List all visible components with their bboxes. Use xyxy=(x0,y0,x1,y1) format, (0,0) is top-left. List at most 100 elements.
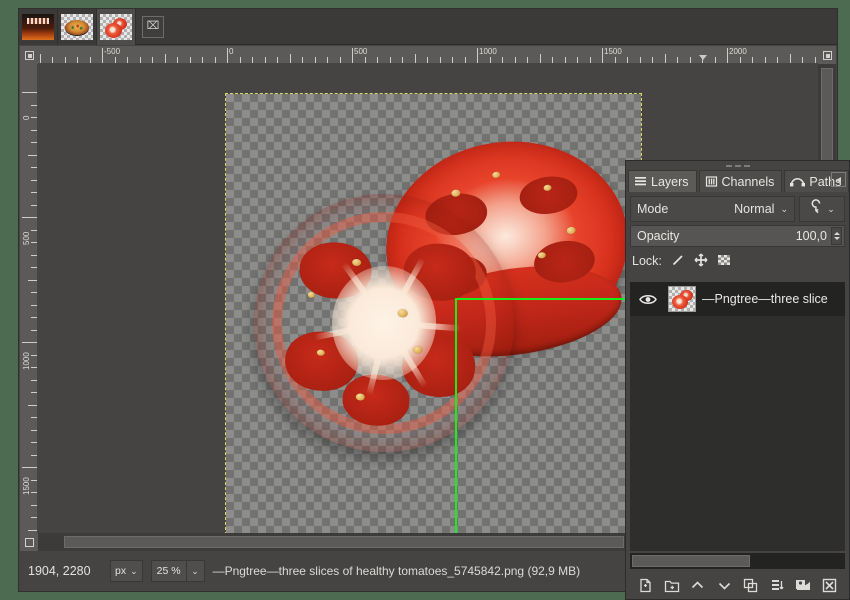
ruler-minor-tick xyxy=(377,57,378,63)
ruler-label: -500 xyxy=(104,47,121,56)
tab-layers[interactable]: Layers xyxy=(628,170,697,192)
unit-selector[interactable]: px ⌄ xyxy=(110,560,143,582)
ruler-minor-tick xyxy=(802,57,803,63)
opacity-slider[interactable]: Opacity 100,0 xyxy=(630,225,845,247)
ruler-minor-tick xyxy=(31,504,37,506)
ruler-minor-tick xyxy=(389,57,391,63)
new-layer-group-button[interactable] xyxy=(662,575,682,595)
layer-list-horizontal-scrollbar[interactable] xyxy=(630,553,845,569)
close-icon[interactable]: ⌧ xyxy=(142,15,164,38)
ruler-label: 500 xyxy=(22,231,31,245)
ruler-minor-tick xyxy=(627,57,628,63)
pointer-position: 1904, 2280 xyxy=(28,564,91,578)
horizontal-position-marker xyxy=(699,55,707,60)
ruler-minor-tick xyxy=(31,292,37,293)
ruler-minor-tick xyxy=(31,479,37,481)
delete-layer-button[interactable] xyxy=(820,575,840,595)
thumbnail-pizza xyxy=(61,14,93,40)
ruler-minor-tick xyxy=(189,57,191,63)
ruler-origin-button[interactable] xyxy=(20,46,38,64)
ruler-minor-tick xyxy=(764,57,766,63)
tab-channels-label: Channels xyxy=(721,174,775,189)
layers-dock: Layers Channels Paths Mode Normal ⌄ ⌄ Op… xyxy=(625,160,850,600)
zoom-image-button[interactable] xyxy=(818,46,836,64)
ruler-minor-tick xyxy=(31,417,37,418)
lower-layer-button[interactable] xyxy=(714,575,734,595)
new-layer-button[interactable] xyxy=(635,575,655,595)
ruler-minor-tick xyxy=(689,57,691,63)
ruler-minor-tick xyxy=(539,54,541,63)
ruler-minor-tick xyxy=(714,57,716,63)
ruler-minor-tick xyxy=(302,57,303,63)
ruler-minor-tick xyxy=(31,229,37,231)
ruler-minor-tick xyxy=(31,329,37,331)
channels-icon xyxy=(705,175,718,188)
ruler-minor-tick xyxy=(31,367,37,368)
ruler-minor-tick xyxy=(89,57,91,63)
horizontal-ruler[interactable]: -1000-5000500100015002000250030003500400… xyxy=(38,46,836,64)
image-tab-tomatoes[interactable] xyxy=(97,9,136,45)
ruler-minor-tick xyxy=(31,517,37,518)
tab-channels[interactable]: Channels xyxy=(698,170,783,192)
ruler-minor-tick xyxy=(789,54,791,63)
blend-mode-row: Mode Normal ⌄ ⌄ xyxy=(630,196,845,222)
layer-list-scroll-thumb[interactable] xyxy=(632,555,751,567)
ruler-minor-tick xyxy=(639,57,641,63)
ruler-minor-tick xyxy=(664,54,666,63)
opacity-stepper[interactable] xyxy=(831,227,842,245)
lock-alpha-icon[interactable] xyxy=(717,253,731,270)
blend-mode-selector[interactable]: Mode Normal ⌄ xyxy=(630,196,795,222)
ruler-minor-tick xyxy=(564,57,566,63)
chevron-down-icon[interactable]: ⌄ xyxy=(827,204,835,215)
ruler-minor-tick xyxy=(31,454,37,456)
zoom-control[interactable]: 25 % ⌄ xyxy=(150,560,205,582)
table-row[interactable]: —Pngtree—three slice xyxy=(630,282,845,316)
vertical-ruler[interactable]: 050010001500200025003000 xyxy=(20,64,38,551)
desktop-background: ⌧ -1000-50005001000150020002500300035004… xyxy=(0,0,850,600)
tab-layers-label: Layers xyxy=(651,174,689,189)
ruler-minor-tick xyxy=(31,117,37,118)
ruler-tick xyxy=(22,92,37,93)
restore-mode-button[interactable]: ⌄ xyxy=(799,196,845,222)
ruler-minor-tick xyxy=(28,154,37,156)
raise-layer-button[interactable] xyxy=(688,575,708,595)
ruler-minor-tick xyxy=(502,57,503,63)
anchor-layer-button[interactable] xyxy=(767,575,787,595)
duplicate-layer-button[interactable] xyxy=(741,575,761,595)
eye-icon[interactable] xyxy=(634,293,662,306)
ruler-minor-tick xyxy=(339,57,341,63)
canvas-horizontal-scroll-thumb[interactable] xyxy=(64,536,624,548)
ruler-minor-tick xyxy=(39,54,41,63)
ruler-tick xyxy=(102,48,103,63)
ruler-minor-tick xyxy=(177,57,178,63)
dock-menu-icon[interactable] xyxy=(831,172,846,187)
opacity-label: Opacity xyxy=(637,229,680,243)
layer-list[interactable]: —Pngtree—three slice xyxy=(630,282,845,551)
restore-mode-icon xyxy=(809,199,824,219)
ruler-tick xyxy=(22,217,37,218)
ruler-tick xyxy=(227,48,228,63)
ruler-minor-tick xyxy=(31,492,37,493)
thumbnail-tomatoes xyxy=(100,14,132,40)
quick-mask-toggle[interactable] xyxy=(20,533,38,551)
image-tab-poster[interactable] xyxy=(19,9,58,45)
lock-pixels-icon[interactable] xyxy=(671,253,685,270)
layer-mask-button[interactable] xyxy=(793,575,813,595)
ruler-label: 1500 xyxy=(22,477,31,495)
drag-handle-icon[interactable] xyxy=(626,161,849,170)
image-tab-pizza[interactable] xyxy=(58,9,97,45)
image-document[interactable]: ✚ xyxy=(225,93,741,533)
ruler-minor-tick xyxy=(589,57,591,63)
opacity-value: 100,0 xyxy=(795,229,827,243)
zoom-input[interactable]: 25 % xyxy=(150,560,187,582)
ruler-label: 1000 xyxy=(479,47,497,56)
ruler-minor-tick xyxy=(31,254,37,256)
lock-position-icon[interactable] xyxy=(694,253,708,270)
ruler-minor-tick xyxy=(28,529,37,531)
ruler-minor-tick xyxy=(239,57,241,63)
ruler-minor-tick xyxy=(577,57,578,63)
chevron-down-icon[interactable]: ⌄ xyxy=(186,560,205,582)
ruler-minor-tick xyxy=(31,429,37,431)
ruler-tick xyxy=(477,48,478,63)
ruler-minor-tick xyxy=(31,104,37,106)
